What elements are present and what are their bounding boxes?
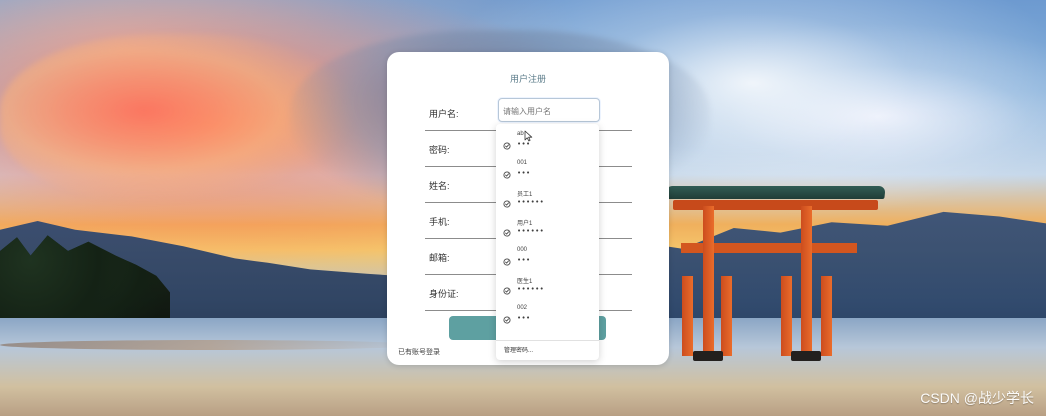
key-icon — [503, 251, 511, 266]
password-label: 密码: — [429, 145, 450, 155]
autocomplete-item-name: 000 — [517, 247, 528, 253]
torii-top-beam — [664, 186, 886, 199]
autocomplete-item[interactable]: 000 ••• — [496, 240, 599, 269]
username-input[interactable] — [499, 100, 599, 123]
autocomplete-divider — [496, 340, 599, 341]
autocomplete-item-password: •••••• — [517, 227, 545, 235]
login-link[interactable]: 已有账号登录 — [398, 347, 440, 357]
torii-base — [791, 351, 821, 361]
torii-gate — [664, 186, 886, 368]
autocomplete-item[interactable]: 员工1 •••••• — [496, 182, 599, 211]
autocomplete-item-password: •••••• — [517, 285, 545, 293]
name-label: 姓名: — [429, 181, 450, 191]
autocomplete-dropdown: ab ••• 001 ••• 员工1 •••••• 用户1 •••••• 000… — [496, 124, 599, 360]
key-icon — [503, 135, 511, 150]
autocomplete-item-name: 员工1 — [517, 192, 533, 198]
key-icon — [503, 193, 511, 208]
autocomplete-item-password: ••• — [517, 314, 531, 322]
autocomplete-item-name: 002 — [517, 305, 528, 311]
torii-pillar — [703, 206, 714, 356]
email-label: 邮箱: — [429, 253, 450, 263]
autocomplete-item-password: ••• — [517, 256, 531, 264]
page: 用户注册 用户名: 密码: 姓名: 手机: 邮箱: 身份证: 请输入用户名 已有… — [0, 0, 1046, 416]
autocomplete-item[interactable]: 用户1 •••••• — [496, 211, 599, 240]
autocomplete-item-password: •••••• — [517, 198, 545, 206]
torii-support-pillar — [682, 276, 693, 356]
autocomplete-item-password: ••• — [517, 140, 531, 148]
torii-base — [693, 351, 723, 361]
manage-passwords-link[interactable]: 管理密码... — [504, 345, 533, 354]
torii-support-pillar — [781, 276, 792, 356]
key-icon — [503, 280, 511, 295]
torii-support-pillar — [821, 276, 832, 356]
key-icon — [503, 164, 511, 179]
autocomplete-item-name: ab — [517, 131, 524, 137]
page-title: 用户注册 — [509, 74, 546, 84]
username-input-wrapper[interactable] — [498, 98, 600, 123]
id-card-label: 身份证: — [429, 289, 459, 299]
background-shoreline — [0, 340, 420, 350]
autocomplete-item-name: 001 — [517, 160, 528, 166]
autocomplete-item[interactable]: 医生1 •••••• — [496, 269, 599, 298]
phone-label: 手机: — [429, 217, 450, 227]
autocomplete-item[interactable]: 001 ••• — [496, 153, 599, 182]
username-label: 用户名: — [429, 109, 459, 119]
autocomplete-item-name: 医生1 — [517, 279, 533, 285]
autocomplete-item[interactable]: ab ••• — [496, 124, 599, 153]
autocomplete-item[interactable]: 002 ••• — [496, 298, 599, 327]
watermark: CSDN @战少学长 — [920, 390, 1034, 406]
torii-support-pillar — [721, 276, 732, 356]
autocomplete-item-password: ••• — [517, 169, 531, 177]
key-icon — [503, 309, 511, 324]
key-icon — [503, 222, 511, 237]
autocomplete-item-name: 用户1 — [517, 221, 533, 227]
torii-pillar — [801, 206, 812, 356]
